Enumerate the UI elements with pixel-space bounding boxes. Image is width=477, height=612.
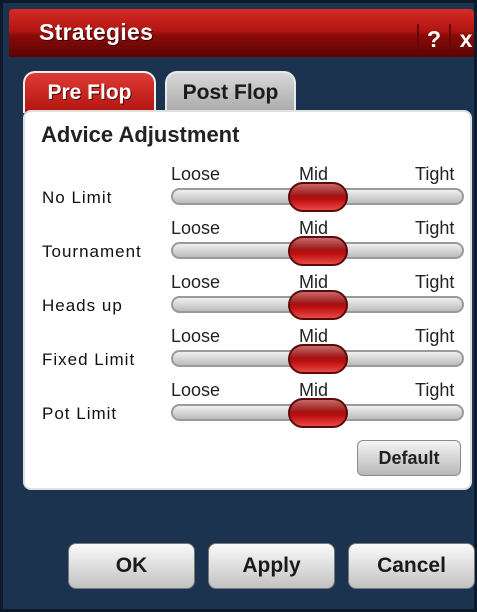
slider-row-tournament: Loose Mid Tight Tournament (25, 218, 474, 272)
ok-button[interactable]: OK (68, 543, 195, 589)
apply-button[interactable]: Apply (208, 543, 335, 589)
tab-post-flop[interactable]: Post Flop (165, 71, 296, 113)
slider-row-pot-limit: Loose Mid Tight Pot Limit (25, 380, 474, 434)
tight-label: Tight (415, 326, 455, 346)
slider-thumb[interactable] (287, 398, 348, 428)
tight-label: Tight (415, 272, 455, 292)
tight-label: Tight (415, 380, 455, 400)
slider-label: Heads up (42, 296, 123, 315)
strategies-window: Strategies ? x Pre Flop Post Flop Advice… (0, 0, 477, 612)
slider-row-no-limit: Loose Mid Tight No Limit (25, 164, 474, 218)
slider-label: Fixed Limit (42, 350, 136, 369)
default-button[interactable]: Default (357, 440, 461, 476)
loose-label: Loose (171, 164, 221, 184)
slider-thumb[interactable] (287, 182, 348, 212)
tight-label: Tight (415, 164, 455, 184)
slider-label: Tournament (42, 242, 142, 261)
slider-label: Pot Limit (42, 404, 118, 423)
help-button[interactable]: ? (417, 24, 449, 54)
slider-thumb[interactable] (287, 344, 348, 374)
slider-row-heads-up: Loose Mid Tight Heads up (25, 272, 474, 326)
window-title: Strategies (39, 19, 154, 45)
cancel-button[interactable]: Cancel (348, 543, 475, 589)
advice-adjustment-panel: Advice Adjustment Loose Mid Tight No Lim… (23, 110, 472, 490)
slider-thumb[interactable] (287, 236, 348, 266)
tight-label: Tight (415, 218, 455, 238)
tab-pre-flop[interactable]: Pre Flop (23, 71, 156, 113)
loose-label: Loose (171, 380, 221, 400)
slider-thumb[interactable] (287, 290, 348, 320)
loose-label: Loose (171, 326, 221, 346)
loose-label: Loose (171, 218, 221, 238)
slider-row-fixed-limit: Loose Mid Tight Fixed Limit (25, 326, 474, 380)
close-button[interactable]: x (449, 24, 477, 54)
loose-label: Loose (171, 272, 221, 292)
panel-heading: Advice Adjustment (41, 122, 240, 147)
title-bar[interactable]: Strategies ? x (9, 9, 474, 57)
slider-label: No Limit (42, 188, 113, 207)
